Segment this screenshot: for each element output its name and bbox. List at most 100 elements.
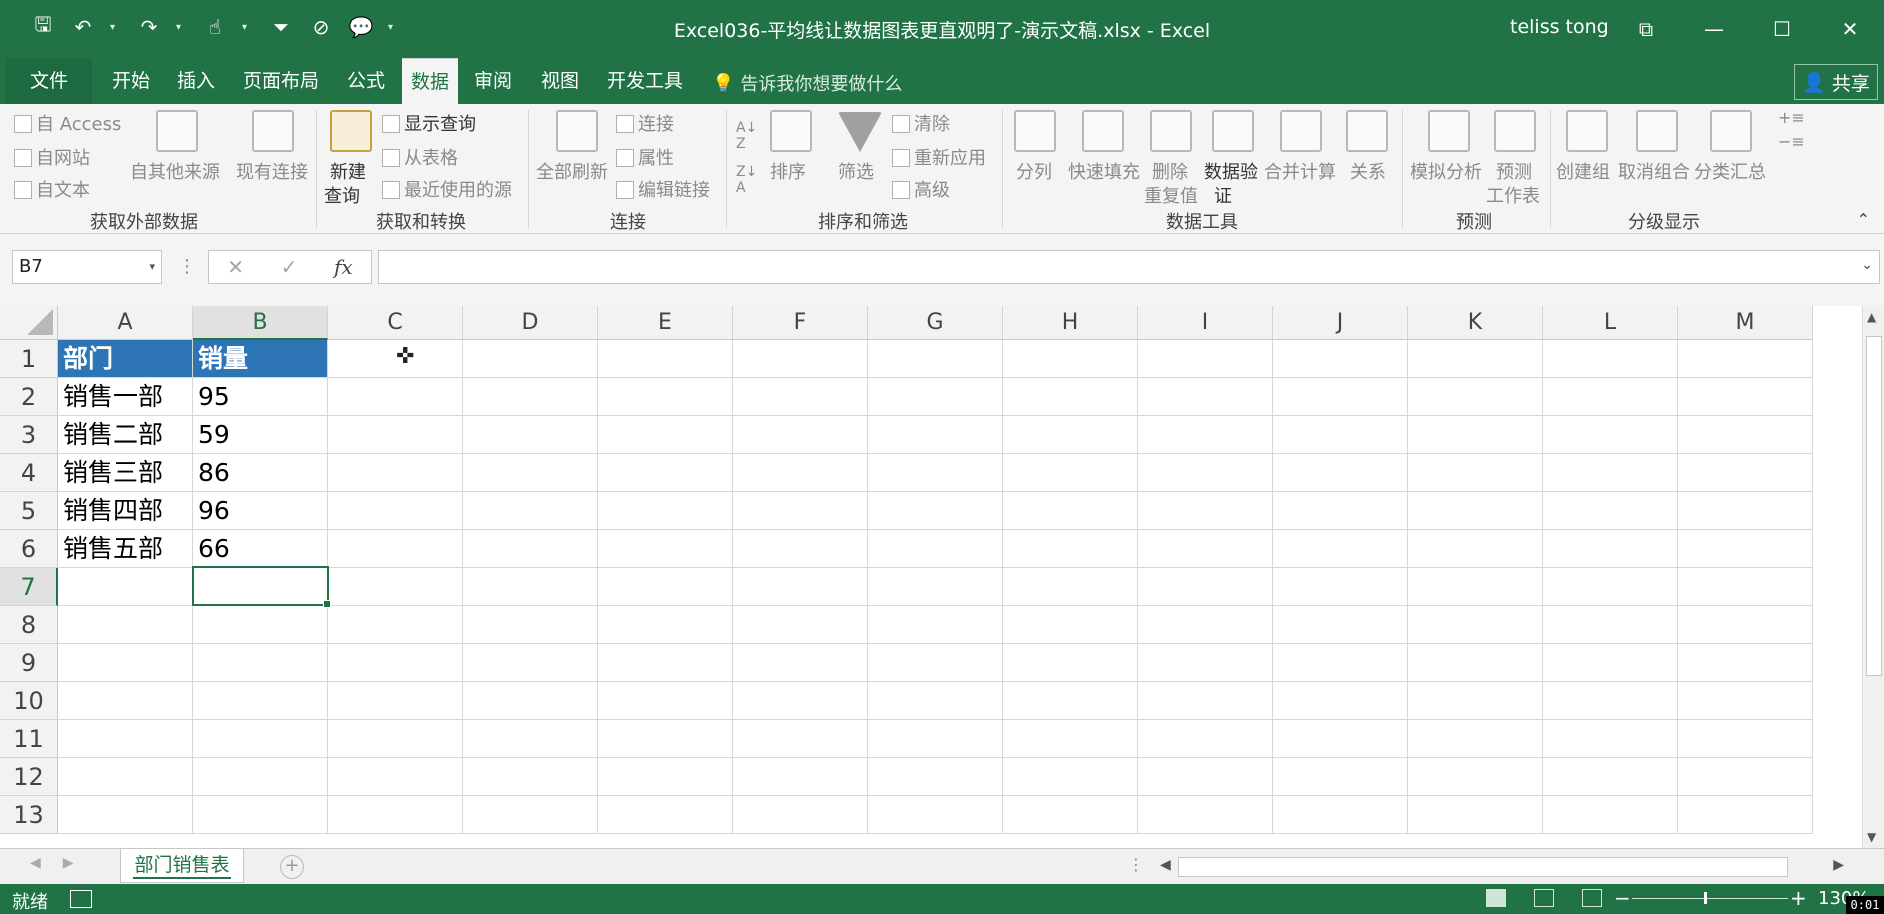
insert-function-icon[interactable]: fx xyxy=(334,255,353,279)
cell-j10[interactable] xyxy=(1273,682,1408,720)
tab-data[interactable]: 数据 xyxy=(402,58,458,104)
from-web-button[interactable]: 自网站 xyxy=(14,144,90,170)
minimize-icon[interactable]: — xyxy=(1680,0,1748,58)
cell-k3[interactable] xyxy=(1408,416,1543,454)
cell-f6[interactable] xyxy=(733,530,868,568)
cell-b13[interactable] xyxy=(193,796,328,834)
cell-c2[interactable] xyxy=(328,378,463,416)
tab-home[interactable]: 开始 xyxy=(100,58,162,104)
cell-l9[interactable] xyxy=(1543,644,1678,682)
new-query-button-line1[interactable]: 新建 xyxy=(330,158,366,184)
subtotal-button[interactable]: 分类汇总 xyxy=(1694,158,1766,184)
refresh-all-button[interactable]: 全部刷新 xyxy=(536,158,608,184)
cell-e5[interactable] xyxy=(598,492,733,530)
cell-g12[interactable] xyxy=(868,758,1003,796)
column-header-m[interactable]: M xyxy=(1678,306,1813,340)
cell-k6[interactable] xyxy=(1408,530,1543,568)
row-header-9[interactable]: 9 xyxy=(0,644,58,682)
cell-a9[interactable] xyxy=(58,644,193,682)
cell-m4[interactable] xyxy=(1678,454,1813,492)
cell-g9[interactable] xyxy=(868,644,1003,682)
zoom-slider-knob[interactable] xyxy=(1704,892,1707,904)
cell-h8[interactable] xyxy=(1003,606,1138,644)
close-icon[interactable]: ✕ xyxy=(1816,0,1884,58)
scroll-right-icon[interactable]: ▶ xyxy=(1833,857,1844,873)
sheet-tab[interactable]: 部门销售表 xyxy=(120,849,244,883)
from-access-button[interactable]: 自 Access xyxy=(14,110,121,136)
text-to-columns-button[interactable]: 分列 xyxy=(1016,158,1052,184)
cell-f5[interactable] xyxy=(733,492,868,530)
cell-i4[interactable] xyxy=(1138,454,1273,492)
cell-g11[interactable] xyxy=(868,720,1003,758)
cell-i13[interactable] xyxy=(1138,796,1273,834)
cell-h2[interactable] xyxy=(1003,378,1138,416)
page-break-view-icon[interactable] xyxy=(1582,889,1602,907)
cell-m5[interactable] xyxy=(1678,492,1813,530)
cell-j7[interactable] xyxy=(1273,568,1408,606)
cell-b11[interactable] xyxy=(193,720,328,758)
flash-fill-button[interactable]: 快速填充 xyxy=(1068,158,1140,184)
cell-f8[interactable] xyxy=(733,606,868,644)
cell-h7[interactable] xyxy=(1003,568,1138,606)
cell-i12[interactable] xyxy=(1138,758,1273,796)
worksheet-grid[interactable]: ABCDEFGHIJKLM 1 部门 销量 2 销售一部 95 3 销售二部 59 4 销售三部 86… xyxy=(0,306,1884,848)
prev-sheet-icon[interactable]: ◀ xyxy=(30,855,41,871)
cell-l8[interactable] xyxy=(1543,606,1678,644)
cell-k9[interactable] xyxy=(1408,644,1543,682)
what-if-analysis-button[interactable]: 模拟分析 xyxy=(1410,158,1482,184)
cell-b6[interactable]: 66 xyxy=(193,530,328,568)
column-header-j[interactable]: J xyxy=(1273,306,1408,340)
cell-g1[interactable] xyxy=(868,340,1003,378)
cell-g3[interactable] xyxy=(868,416,1003,454)
data-validation-line1[interactable]: 数据验 xyxy=(1204,158,1258,184)
cell-d9[interactable] xyxy=(463,644,598,682)
cell-g5[interactable] xyxy=(868,492,1003,530)
column-header-i[interactable]: I xyxy=(1138,306,1273,340)
vertical-scroll-thumb[interactable] xyxy=(1866,336,1882,676)
cell-b9[interactable] xyxy=(193,644,328,682)
row-header-7[interactable]: 7 xyxy=(0,568,58,606)
column-header-d[interactable]: D xyxy=(463,306,598,340)
save-icon[interactable]: 🖫 xyxy=(30,12,56,40)
existing-connections-button[interactable]: 现有连接 xyxy=(236,158,308,184)
ungroup-button[interactable]: 取消组合 xyxy=(1618,158,1690,184)
collapse-ribbon-icon[interactable]: ⌃ xyxy=(1857,210,1870,229)
cell-a7[interactable] xyxy=(58,568,193,606)
zoom-out-icon[interactable]: − xyxy=(1614,886,1631,910)
cell-k13[interactable] xyxy=(1408,796,1543,834)
cell-c13[interactable] xyxy=(328,796,463,834)
group-button[interactable]: 创建组 xyxy=(1556,158,1610,184)
cell-i9[interactable] xyxy=(1138,644,1273,682)
comment-icon[interactable]: 💬 xyxy=(348,14,374,40)
cell-a1[interactable]: 部门 xyxy=(58,340,193,378)
customize-qat-icon[interactable]: ▾ xyxy=(388,22,400,33)
cell-a13[interactable] xyxy=(58,796,193,834)
name-box[interactable]: B7 ▾ xyxy=(12,250,162,284)
cell-i1[interactable] xyxy=(1138,340,1273,378)
cell-c8[interactable] xyxy=(328,606,463,644)
cell-k1[interactable] xyxy=(1408,340,1543,378)
cell-k5[interactable] xyxy=(1408,492,1543,530)
cell-m10[interactable] xyxy=(1678,682,1813,720)
cell-j2[interactable] xyxy=(1273,378,1408,416)
cell-f11[interactable] xyxy=(733,720,868,758)
from-text-button[interactable]: 自文本 xyxy=(14,176,90,202)
cell-b1[interactable]: 销量 xyxy=(193,340,328,378)
cell-k12[interactable] xyxy=(1408,758,1543,796)
scroll-down-icon[interactable]: ▼ xyxy=(1867,830,1876,844)
cell-j11[interactable] xyxy=(1273,720,1408,758)
cell-l13[interactable] xyxy=(1543,796,1678,834)
cell-a6[interactable]: 销售五部 xyxy=(58,530,193,568)
cell-g7[interactable] xyxy=(868,568,1003,606)
cell-k7[interactable] xyxy=(1408,568,1543,606)
forecast-sheet-line2[interactable]: 工作表 xyxy=(1486,182,1540,208)
row-header-8[interactable]: 8 xyxy=(0,606,58,644)
cell-i2[interactable] xyxy=(1138,378,1273,416)
row-header-11[interactable]: 11 xyxy=(0,720,58,758)
new-query-button-line2[interactable]: 查询 xyxy=(324,182,360,208)
cell-c4[interactable] xyxy=(328,454,463,492)
horizontal-scrollbar[interactable]: ◀ ▶ xyxy=(1152,855,1852,879)
cell-j4[interactable] xyxy=(1273,454,1408,492)
cell-d3[interactable] xyxy=(463,416,598,454)
cell-f1[interactable] xyxy=(733,340,868,378)
